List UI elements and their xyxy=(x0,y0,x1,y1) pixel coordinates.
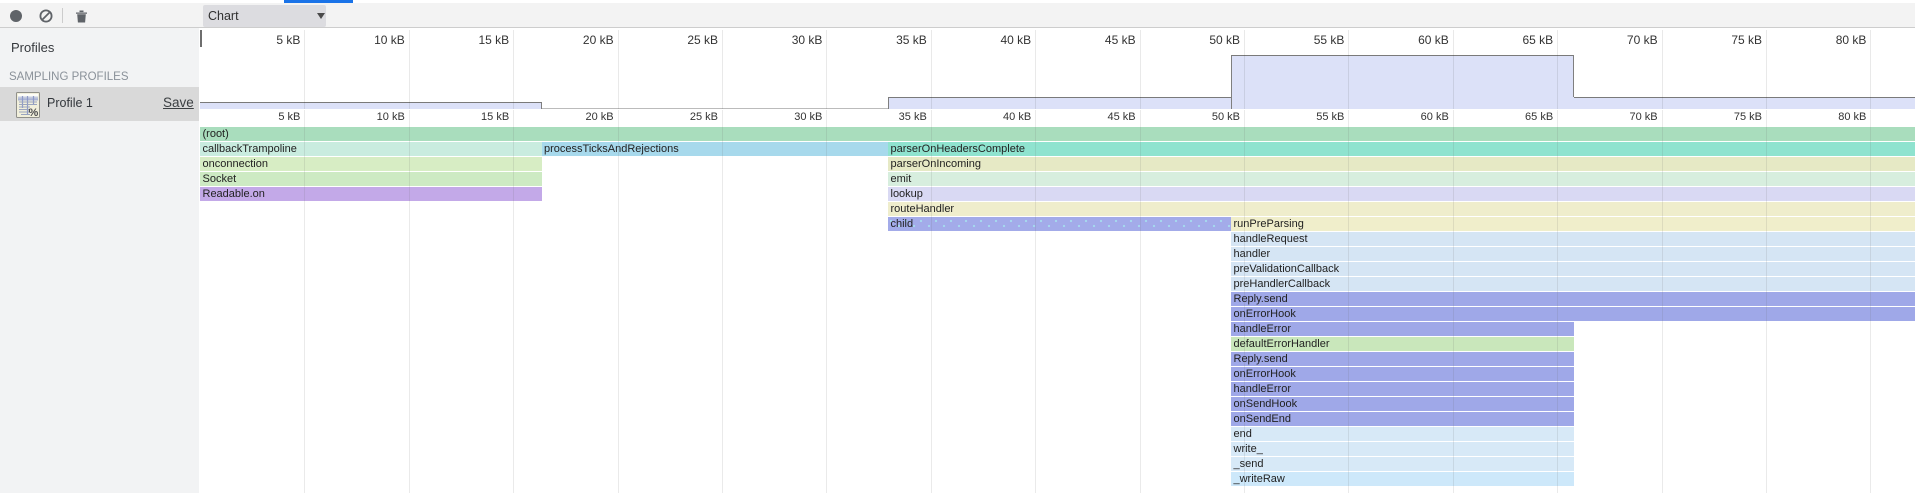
svg-text:%: % xyxy=(29,107,39,118)
